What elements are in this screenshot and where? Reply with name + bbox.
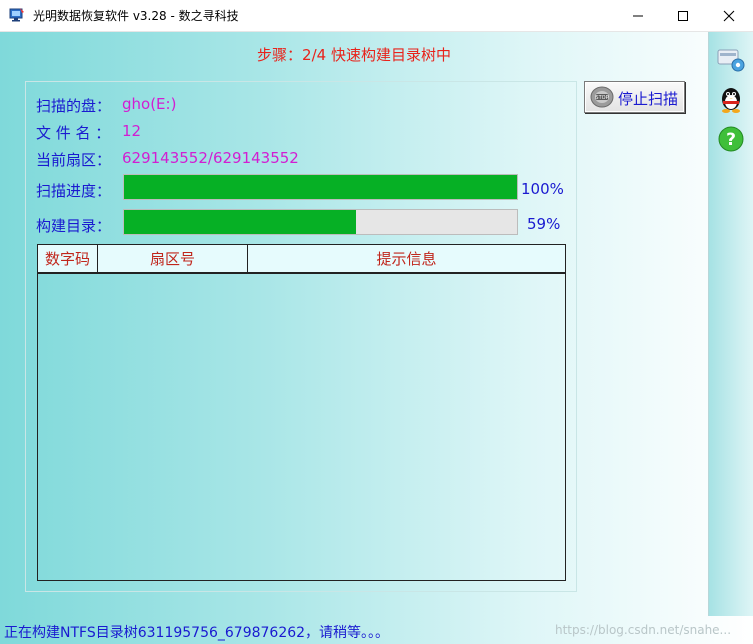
- table-body[interactable]: [38, 274, 565, 580]
- window-title: 光明数据恢复软件 v3.28 - 数之寻科技: [33, 9, 239, 23]
- build-progress-fill: [124, 210, 356, 234]
- settings-icon[interactable]: [716, 44, 746, 74]
- sector-value: 629143552/629143552: [122, 149, 299, 167]
- result-table[interactable]: 数字码 扇区号 提示信息: [37, 244, 566, 581]
- stop-scan-label: 停止扫描: [618, 90, 679, 108]
- scan-progress-percent: 100%: [521, 180, 564, 198]
- scan-progress-label: 扫描进度：: [36, 182, 112, 200]
- status-text: 正在构建NTFS目录树631195756_679876262，请稍等。。。: [4, 625, 390, 641]
- help-icon[interactable]: ?: [716, 124, 746, 154]
- disk-value: gho(E:): [122, 95, 177, 113]
- svg-text:STOP: STOP: [595, 95, 608, 101]
- app-icon: [9, 8, 24, 22]
- file-label: 文 件 名 ：: [36, 124, 111, 142]
- title-bar[interactable]: 光明数据恢复软件 v3.28 - 数之寻科技: [0, 0, 753, 32]
- build-progress-percent: 59%: [527, 215, 561, 233]
- right-toolbar: ?: [708, 32, 753, 616]
- scan-progress-bar: [123, 174, 518, 200]
- table-header: 数字码 扇区号 提示信息: [38, 245, 565, 274]
- step-indicator: 步骤：2/4 快速构建目录树中: [257, 46, 451, 64]
- column-header-info[interactable]: 提示信息: [248, 245, 565, 272]
- client-area: 步骤：2/4 快速构建目录树中 扫描的盘： gho(E:) 文 件 名 ： 12…: [0, 32, 753, 644]
- stop-scan-button[interactable]: STOP 停止扫描: [584, 81, 685, 113]
- close-icon: [723, 10, 735, 21]
- maximize-icon: [678, 10, 688, 21]
- disk-label: 扫描的盘：: [36, 97, 112, 115]
- watermark: https://blog.csdn.net/snahe...: [555, 623, 732, 637]
- close-button[interactable]: [706, 0, 752, 31]
- column-header-code[interactable]: 数字码: [38, 245, 98, 272]
- scan-progress-fill: [124, 175, 517, 199]
- qq-penguin-icon[interactable]: [716, 84, 746, 114]
- minimize-button[interactable]: [615, 0, 661, 31]
- svg-text:?: ?: [726, 130, 736, 150]
- disc-stop-icon: STOP: [590, 86, 614, 108]
- column-header-sector[interactable]: 扇区号: [98, 245, 248, 272]
- minimize-icon: [633, 15, 643, 16]
- scan-panel: 扫描的盘： gho(E:) 文 件 名 ： 12 当前扇区： 629143552…: [25, 81, 577, 592]
- maximize-button[interactable]: [660, 0, 706, 31]
- sector-label: 当前扇区：: [36, 151, 112, 169]
- build-progress-label: 构建目录：: [36, 217, 112, 235]
- build-progress-bar: [123, 209, 518, 235]
- file-value: 12: [122, 122, 142, 140]
